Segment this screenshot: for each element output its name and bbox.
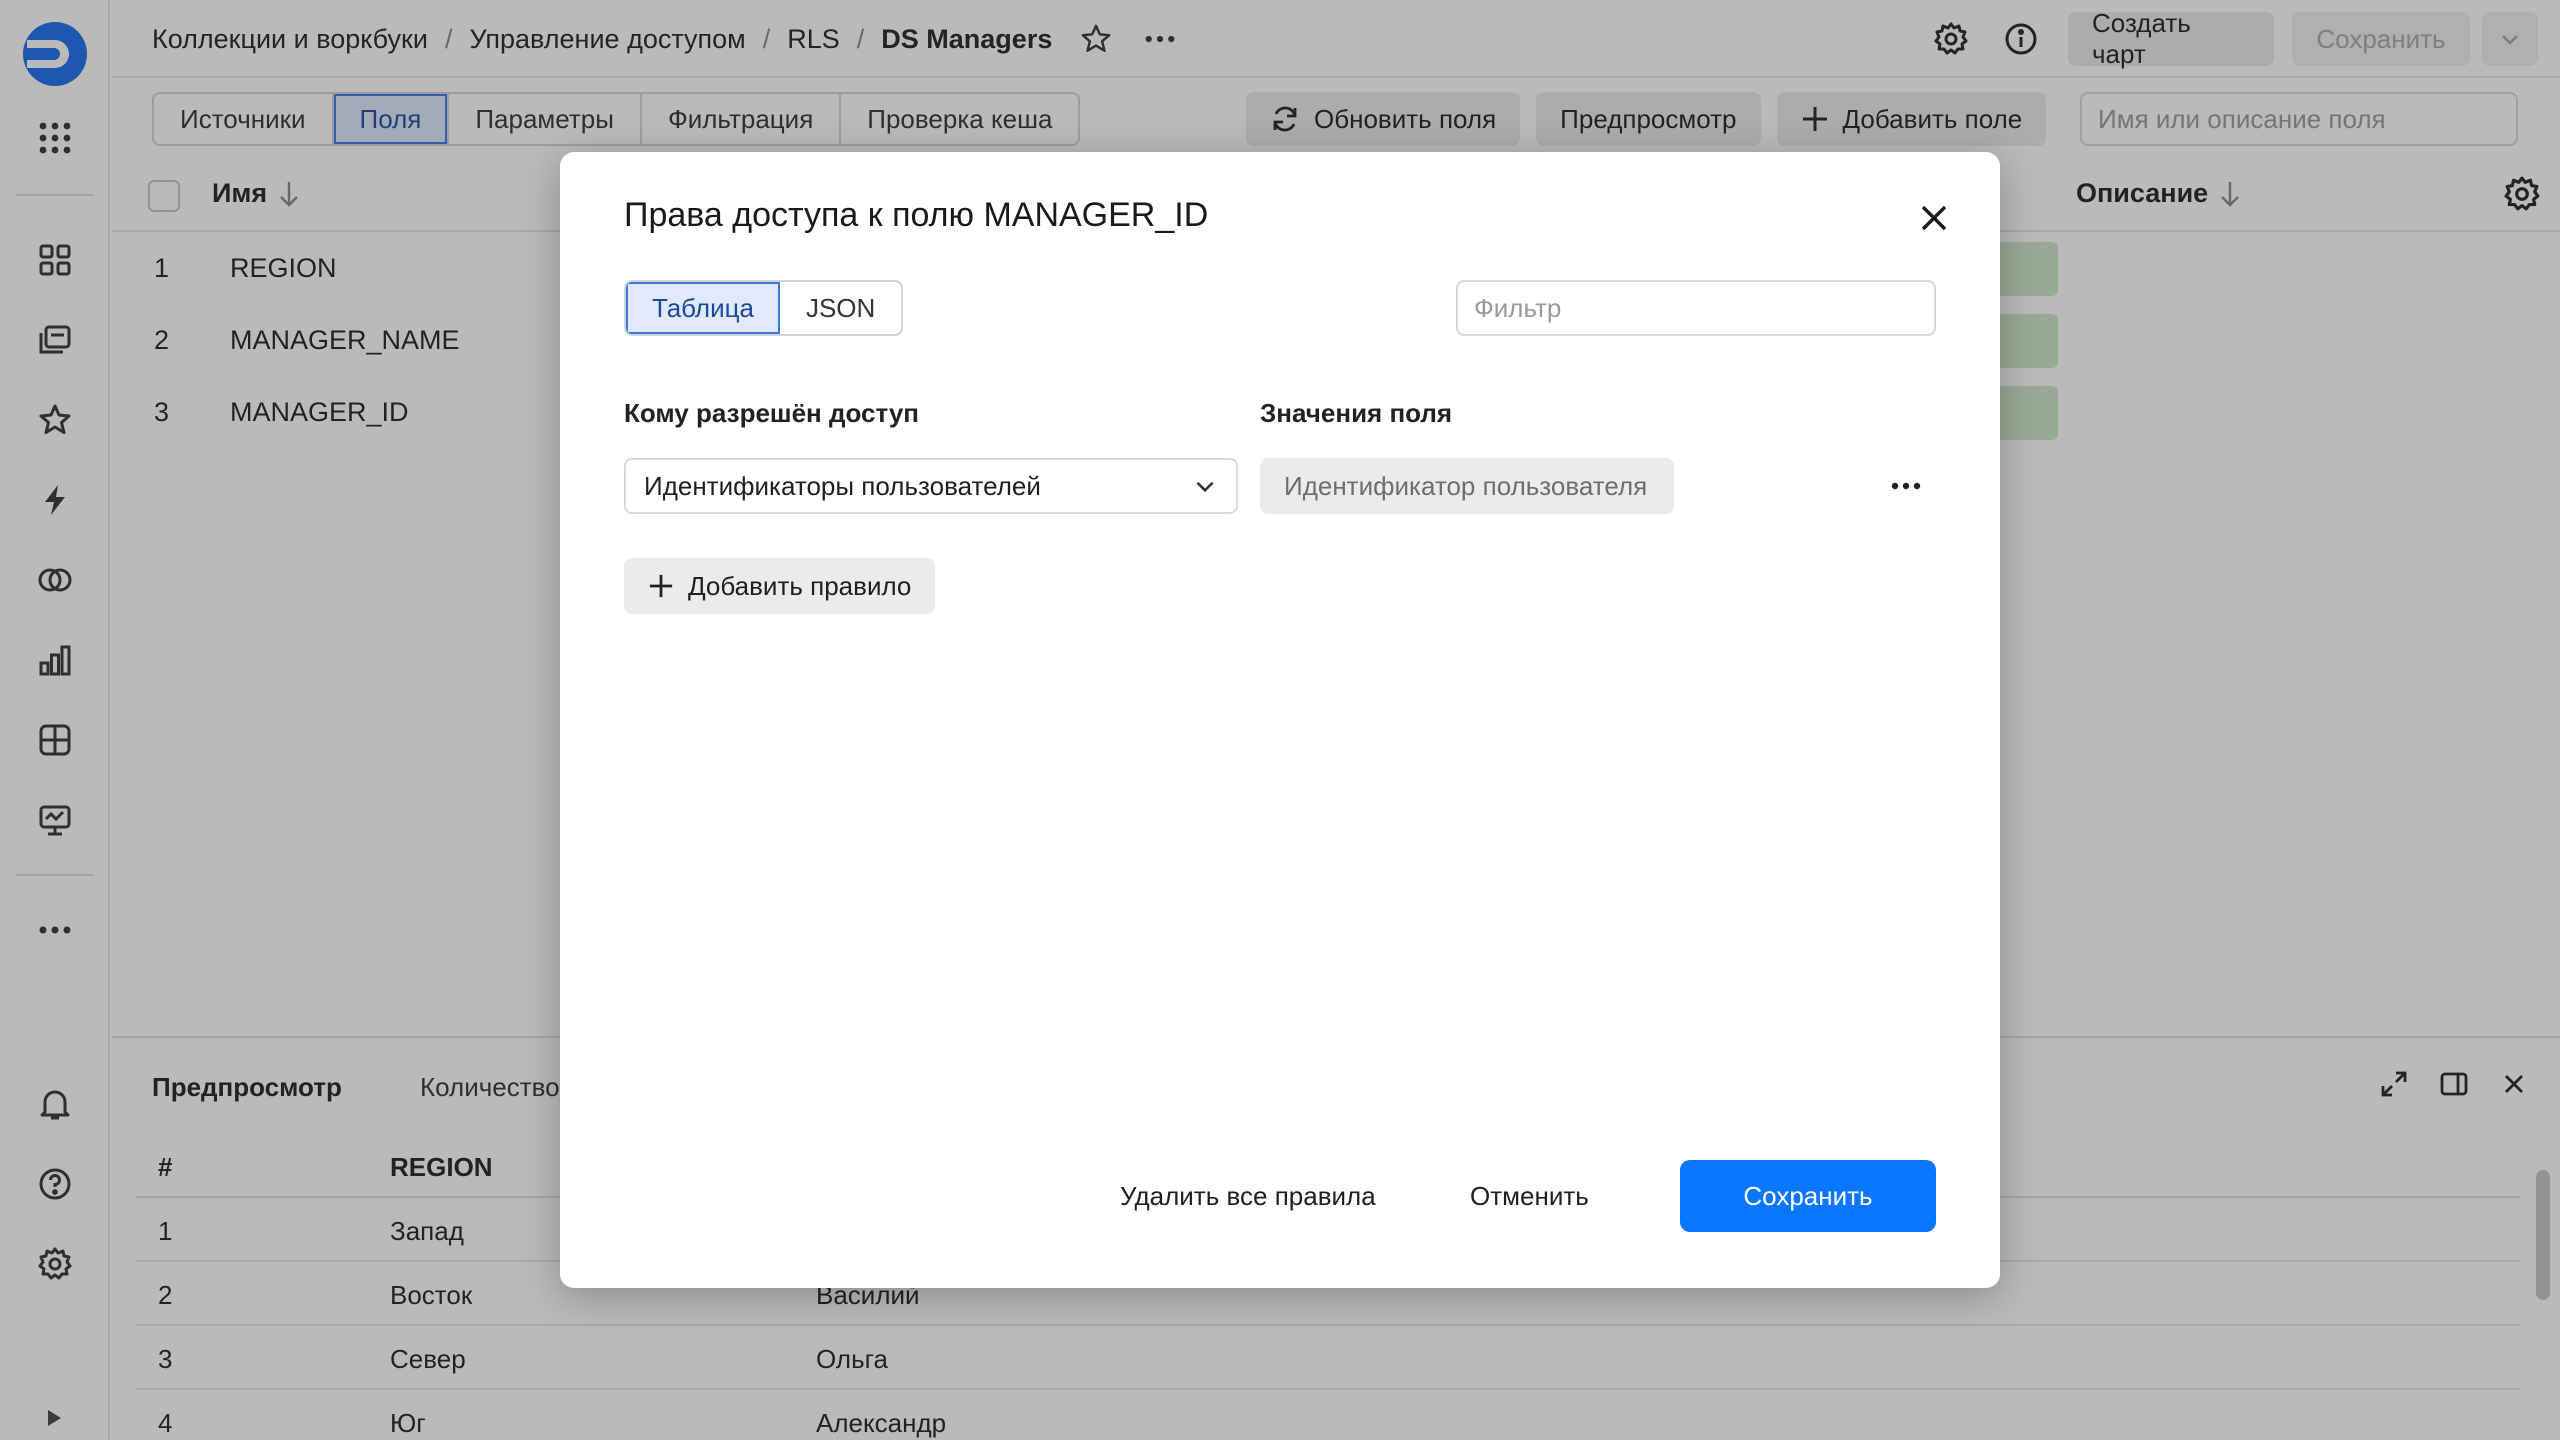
- values-column-label: Значения поля: [1260, 398, 1453, 428]
- filter-input[interactable]: Фильтр: [1456, 280, 1936, 336]
- view-switcher: Таблица JSON: [624, 280, 904, 336]
- view-option-json[interactable]: JSON: [780, 282, 901, 334]
- dialog-title: Права доступа к полю MANAGER_ID: [624, 196, 1209, 234]
- cancel-button[interactable]: Отменить: [1470, 1160, 1589, 1232]
- access-type-select[interactable]: Идентификаторы пользователей: [624, 458, 1238, 514]
- close-icon[interactable]: [1912, 196, 1956, 240]
- delete-all-rules-button[interactable]: Удалить все правила: [1120, 1160, 1376, 1232]
- access-type-value: Идентификаторы пользователей: [644, 470, 1041, 501]
- field-value-chip[interactable]: Идентификатор пользователя: [1260, 458, 1674, 514]
- add-rule-button[interactable]: Добавить правило: [624, 558, 936, 614]
- dialog-save-button[interactable]: Сохранить: [1680, 1160, 1936, 1232]
- ellipsis-icon[interactable]: [1882, 462, 1930, 510]
- plus-icon: [648, 573, 674, 599]
- access-column-label: Кому разрешён доступ: [624, 398, 920, 428]
- field-access-dialog: Права доступа к полю MANAGER_ID Таблица …: [560, 152, 2000, 1288]
- view-option-table[interactable]: Таблица: [626, 282, 780, 334]
- add-rule-label: Добавить правило: [688, 570, 912, 601]
- chevron-down-icon: [1192, 473, 1218, 499]
